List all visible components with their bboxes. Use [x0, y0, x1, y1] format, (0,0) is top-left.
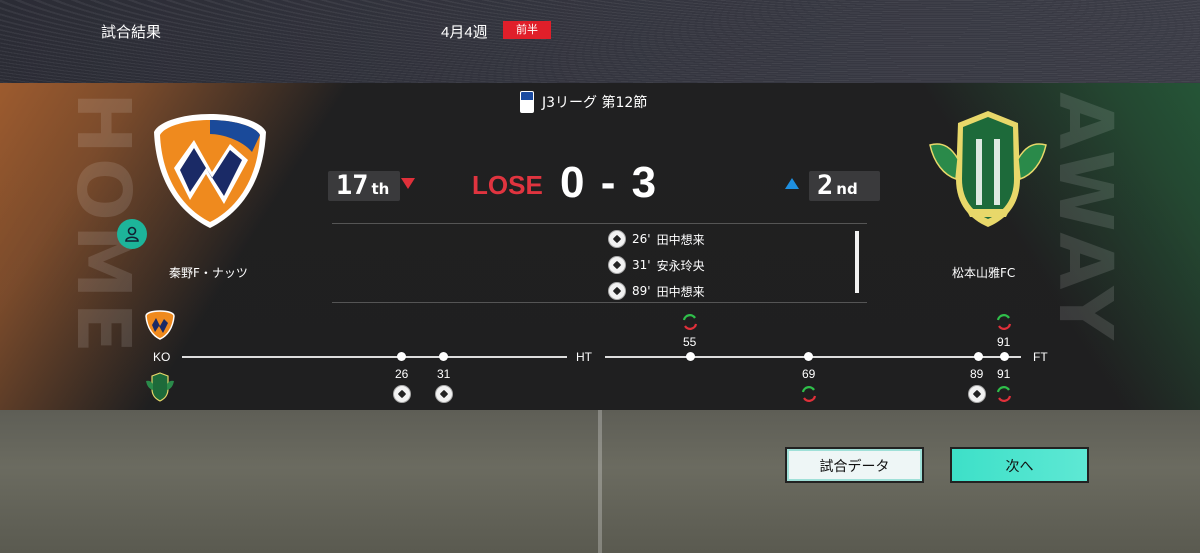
- timeline-event-dot: [439, 352, 448, 361]
- goal-minute: 26': [632, 232, 651, 246]
- goal-player: 安永玲央: [656, 258, 705, 273]
- goal-minute: 89': [632, 284, 651, 298]
- ball-icon: [968, 385, 986, 403]
- away-rank: 2 nd: [809, 171, 880, 201]
- match-data-button[interactable]: 試合データ: [785, 447, 924, 483]
- substitution-icon: [996, 314, 1012, 330]
- event-minute: 91: [997, 367, 1011, 381]
- away-rank-number: 2: [817, 170, 834, 201]
- ball-icon: [608, 230, 626, 248]
- goal-minute: 31': [632, 258, 651, 272]
- away-watermark: AWAY: [1042, 92, 1128, 345]
- timeline-kickoff: KO: [153, 350, 171, 364]
- week-label: 4月4週: [441, 24, 488, 41]
- timeline-event-dot: [804, 352, 813, 361]
- user-icon: [117, 219, 147, 249]
- top-bar: 試合結果 4月4週 前半: [0, 0, 1200, 83]
- timeline-event-dot: [974, 352, 983, 361]
- goals-list: 26' 田中想来 31' 安永玲央 89' 田中想来: [332, 223, 867, 303]
- ball-icon: [608, 282, 626, 300]
- timeline-first-half: [182, 356, 567, 358]
- rank-up-icon: [785, 178, 799, 189]
- away-team-logo: [926, 109, 1050, 233]
- league-icon: [520, 91, 534, 113]
- home-rank: 17 th: [328, 171, 400, 201]
- ball-icon: [608, 256, 626, 274]
- away-team-name: 松本山雅FC: [952, 266, 1016, 280]
- away-rank-suffix: nd: [836, 180, 858, 198]
- pitch-center-line: [598, 410, 602, 553]
- goal-item: 26' 田中想来: [608, 230, 705, 248]
- event-minute: 91: [997, 335, 1011, 349]
- goal-player: 田中想来: [656, 232, 705, 247]
- home-rank-number: 17: [336, 170, 369, 201]
- match-result: LOSE: [472, 170, 543, 200]
- home-team-name: 秦野F・ナッツ: [169, 266, 248, 280]
- league-title: J3リーグ 第12節: [520, 91, 647, 113]
- home-team-logo: [152, 112, 268, 234]
- rank-down-icon: [401, 178, 415, 189]
- goal-player: 田中想来: [656, 284, 705, 299]
- league-label: J3リーグ 第12節: [542, 95, 648, 111]
- goal-item: 31' 安永玲央: [608, 256, 705, 274]
- event-minute: 89: [970, 367, 984, 381]
- away-goal-bar: [855, 231, 859, 293]
- match-score: 0 - 3: [560, 158, 659, 207]
- ball-icon: [393, 385, 411, 403]
- substitution-icon: [996, 386, 1012, 402]
- half-badge: 前半: [503, 21, 551, 39]
- goal-item: 89' 田中想来: [608, 282, 705, 300]
- timeline-fulltime: FT: [1033, 350, 1048, 364]
- event-minute: 55: [683, 335, 697, 349]
- timeline-event-dot: [686, 352, 695, 361]
- event-minute: 31: [437, 367, 451, 381]
- page-title: 試合結果: [101, 24, 162, 41]
- substitution-icon: [682, 314, 698, 330]
- home-rank-suffix: th: [371, 180, 390, 198]
- timeline-halftime: HT: [576, 350, 592, 364]
- substitution-icon: [801, 386, 817, 402]
- timeline-event-dot: [1000, 352, 1009, 361]
- home-mini-logo: [145, 310, 175, 344]
- away-mini-logo: [145, 372, 175, 406]
- event-minute: 69: [802, 367, 816, 381]
- timeline-second-half: [605, 356, 1021, 358]
- timeline-event-dot: [397, 352, 406, 361]
- ball-icon: [435, 385, 453, 403]
- event-minute: 26: [395, 367, 409, 381]
- next-button[interactable]: 次へ: [950, 447, 1089, 483]
